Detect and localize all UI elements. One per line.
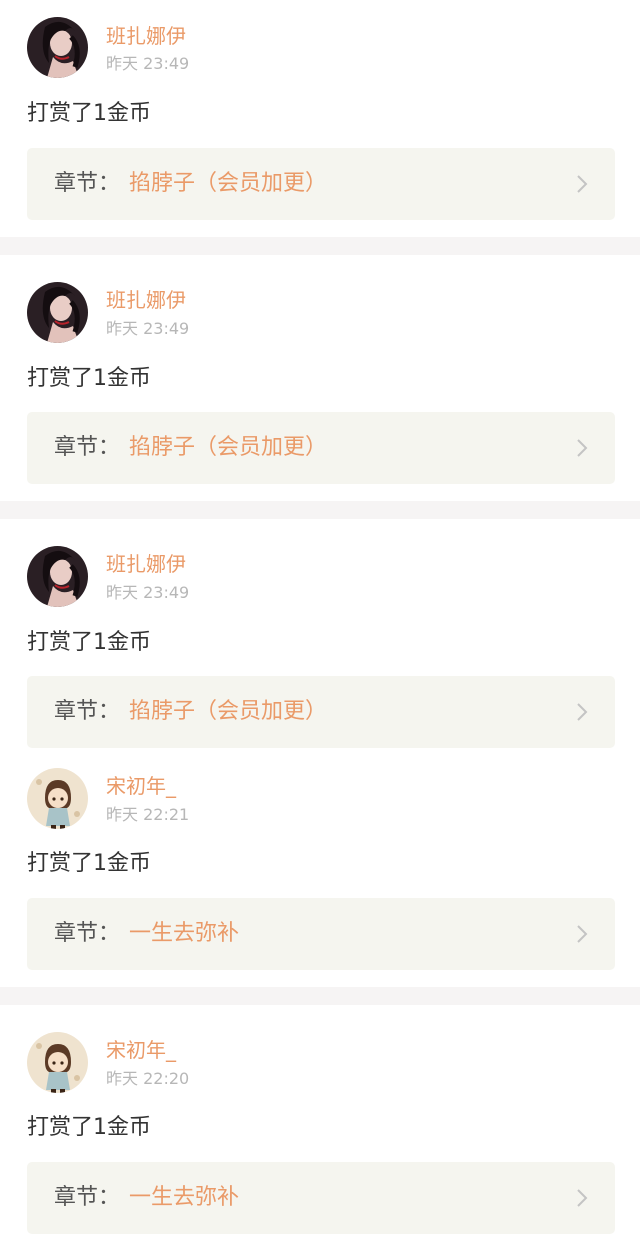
separator <box>0 987 640 1005</box>
username[interactable]: 班扎娜伊 <box>106 288 186 312</box>
chapter-title: 掐脖子（会员加更） <box>129 435 328 460</box>
chevron-right-icon <box>576 438 588 458</box>
username[interactable]: 班扎娜伊 <box>106 24 186 48</box>
chapter-label: 章节： <box>54 699 121 724</box>
chapter-link[interactable]: 章节： 掐脖子（会员加更） <box>27 412 615 484</box>
reward-text: 打赏了1金币 <box>27 851 151 876</box>
reward-item: 班扎娜伊 昨天 23:49 打赏了1金币 章节： 掐脖子（会员加更） <box>0 0 640 237</box>
reward-feed: 班扎娜伊 昨天 23:49 打赏了1金币 章节： 掐脖子（会员加更） 班扎娜伊 … <box>0 0 640 1251</box>
chevron-right-icon <box>576 702 588 722</box>
reward-item: 班扎娜伊 昨天 23:49 打赏了1金币 章节： 掐脖子（会员加更） <box>0 255 640 501</box>
timestamp: 昨天 23:49 <box>106 319 190 338</box>
chevron-right-icon <box>576 924 588 944</box>
chevron-right-icon <box>576 1188 588 1208</box>
username[interactable]: 宋初年_ <box>106 1038 176 1062</box>
reward-item: 班扎娜伊 昨天 23:49 打赏了1金币 章节： 掐脖子（会员加更） <box>0 519 640 757</box>
chapter-title: 掐脖子（会员加更） <box>129 699 328 724</box>
chapter-link[interactable]: 章节： 一生去弥补 <box>27 1162 615 1234</box>
avatar-dark-hair-girl-icon[interactable] <box>27 546 88 607</box>
reward-text: 打赏了1金币 <box>27 101 151 126</box>
chevron-right-icon <box>576 174 588 194</box>
reward-item: 宋初年_ 昨天 22:21 打赏了1金币 章节： 一生去弥补 <box>0 757 640 987</box>
timestamp: 昨天 23:49 <box>106 54 190 73</box>
username[interactable]: 宋初年_ <box>106 774 176 798</box>
timestamp: 昨天 22:20 <box>106 1069 190 1088</box>
reward-item: 宋初年_ 昨天 22:20 打赏了1金币 章节： 一生去弥补 <box>0 1005 640 1251</box>
chapter-label: 章节： <box>54 921 121 946</box>
reward-text: 打赏了1金币 <box>27 366 151 391</box>
chapter-label: 章节： <box>54 1185 121 1210</box>
chapter-link[interactable]: 章节： 一生去弥补 <box>27 898 615 970</box>
timestamp: 昨天 23:49 <box>106 583 190 602</box>
chapter-title: 掐脖子（会员加更） <box>129 171 328 196</box>
chapter-label: 章节： <box>54 435 121 460</box>
avatar-dark-hair-girl-icon[interactable] <box>27 17 88 78</box>
username[interactable]: 班扎娜伊 <box>106 552 186 576</box>
separator <box>0 501 640 519</box>
avatar-chibi-boy-icon[interactable] <box>27 768 88 829</box>
separator <box>0 237 640 255</box>
reward-text: 打赏了1金币 <box>27 1115 151 1140</box>
chapter-title: 一生去弥补 <box>129 1185 240 1210</box>
chapter-link[interactable]: 章节： 掐脖子（会员加更） <box>27 676 615 748</box>
avatar-dark-hair-girl-icon[interactable] <box>27 282 88 343</box>
avatar-chibi-boy-icon[interactable] <box>27 1032 88 1093</box>
timestamp: 昨天 22:21 <box>106 805 190 824</box>
reward-text: 打赏了1金币 <box>27 630 151 655</box>
chapter-link[interactable]: 章节： 掐脖子（会员加更） <box>27 148 615 220</box>
chapter-label: 章节： <box>54 171 121 196</box>
chapter-title: 一生去弥补 <box>129 921 240 946</box>
